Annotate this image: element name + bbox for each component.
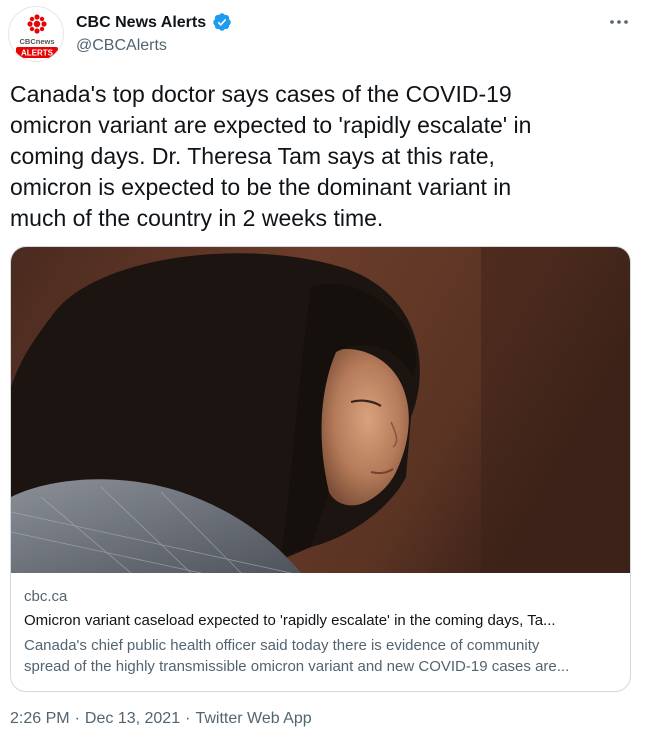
cbc-gem-logo: CBCnews ALERTS <box>16 14 58 58</box>
tweet-text: Canada's top doctor says cases of the CO… <box>10 79 630 234</box>
author-handle[interactable]: @CBCAlerts <box>76 36 167 56</box>
tweet-text-line: Canada's top doctor says cases of the CO… <box>10 81 512 107</box>
avatar-alerts-text: ALERTS <box>21 49 54 58</box>
tweet-text-line: omicron variant are expected to 'rapidly… <box>10 112 532 138</box>
tweet-source[interactable]: Twitter Web App <box>195 710 311 727</box>
tweet-time[interactable]: 2:26 PM <box>10 710 70 727</box>
tweet-text-line: omicron is expected to be the dominant v… <box>10 174 512 200</box>
card-domain: cbc.ca <box>24 588 68 605</box>
tweet-text-line: much of the country in 2 weeks time. <box>10 205 384 231</box>
card-description: Canada's chief public health officer sai… <box>24 635 624 677</box>
link-preview-card[interactable]: cbc.ca Omicron variant caseload expected… <box>10 246 631 692</box>
tweet-meta: 2:26 PM · Dec 13, 2021 · Twitter Web App <box>10 709 312 729</box>
verified-badge-icon <box>212 12 232 32</box>
card-description-line: spread of the highly transmissible omicr… <box>24 658 570 675</box>
card-description-line: Canada's chief public health officer sai… <box>24 637 540 654</box>
tweet[interactable]: CBCnews ALERTS CBC News Alerts @CBCAlert… <box>0 0 645 733</box>
meta-separator: · <box>74 710 80 727</box>
tweet-text-line: coming days. Dr. Theresa Tam says at thi… <box>10 143 495 169</box>
avatar-brand-text: CBCnews <box>19 37 54 46</box>
author-name[interactable]: CBC News Alerts <box>76 13 206 33</box>
author-avatar[interactable]: CBCnews ALERTS <box>8 6 64 62</box>
more-options-icon[interactable] <box>607 10 631 34</box>
card-image[interactable] <box>11 247 630 573</box>
meta-separator: · <box>185 710 191 727</box>
card-title[interactable]: Omicron variant caseload expected to 'ra… <box>24 611 618 631</box>
tweet-date[interactable]: Dec 13, 2021 <box>85 710 180 727</box>
